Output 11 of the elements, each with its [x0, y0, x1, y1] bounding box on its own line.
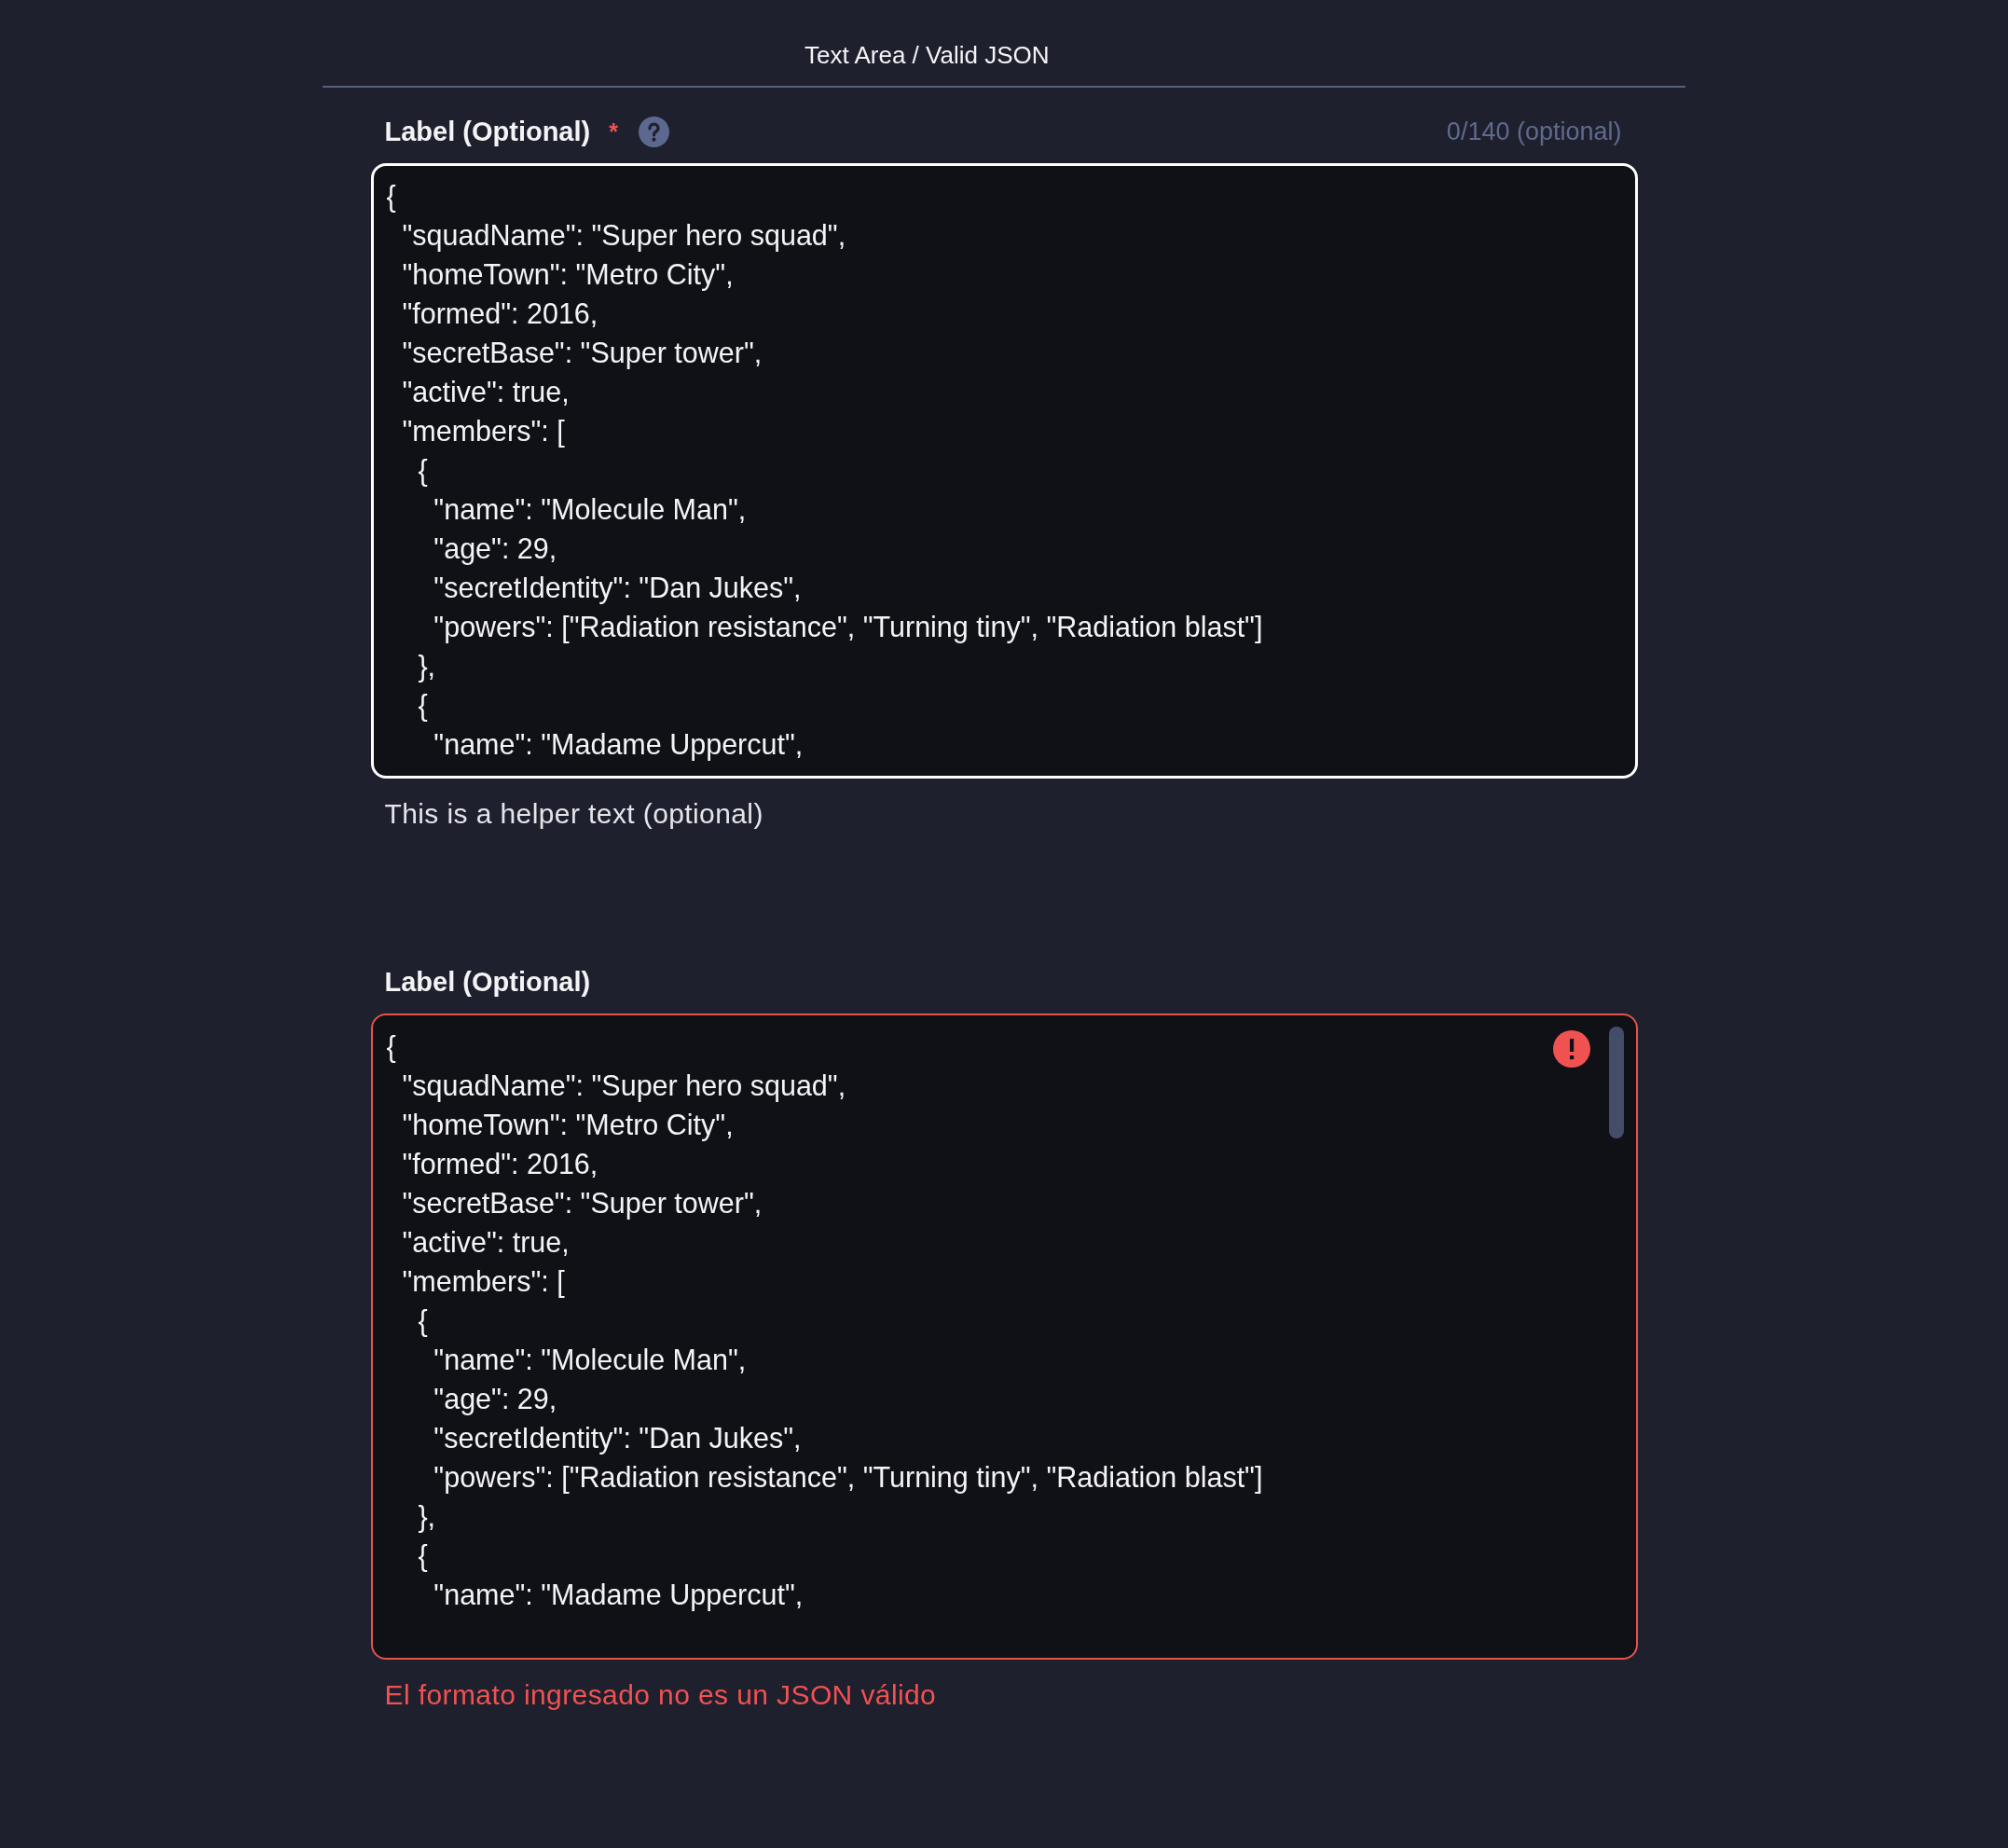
field-label: Label (Optional) — [384, 116, 591, 148]
scrollbar-thumb[interactable] — [1608, 1027, 1624, 1138]
required-asterisk: * — [609, 117, 618, 145]
error-message: El formato ingresado no es un JSON válido — [383, 1678, 938, 1712]
json-text-area[interactable]: { "squadName": "Super hero squad", "homeTown": "Metro City", "formed": 2016, "secretBase": "Super tower", "active": true, "members": [ { "name": "Molecule Man", "age": 29, "secretIdentity": "Dan Jukes", "powers": ["Radiation resistance", "Turning tiny", "Radiation blast"] }, { "name": "Madame Uppercut", — [370, 163, 1638, 779]
help-icon[interactable] — [638, 116, 669, 147]
character-counter: 0/140 (optional) — [1446, 117, 1622, 147]
json-text-area[interactable]: { "squadName": "Super hero squad", "homeTown": "Metro City", "formed": 2016, "secretBase": "Super tower", "active": true, "members": [ { "name": "Molecule Man", "age": 29, "secretIdentity": "Dan Jukes", "powers": ["Radiation resistance", "Turning tiny", "Radiation blast"] }, { "name": "Madame Uppercut", — [370, 1014, 1638, 1660]
page-title: Text Area / Valid JSON — [805, 40, 1050, 70]
helper-text: This is a helper text (optional) — [383, 797, 764, 831]
field-label: Label (Optional) — [384, 966, 591, 999]
